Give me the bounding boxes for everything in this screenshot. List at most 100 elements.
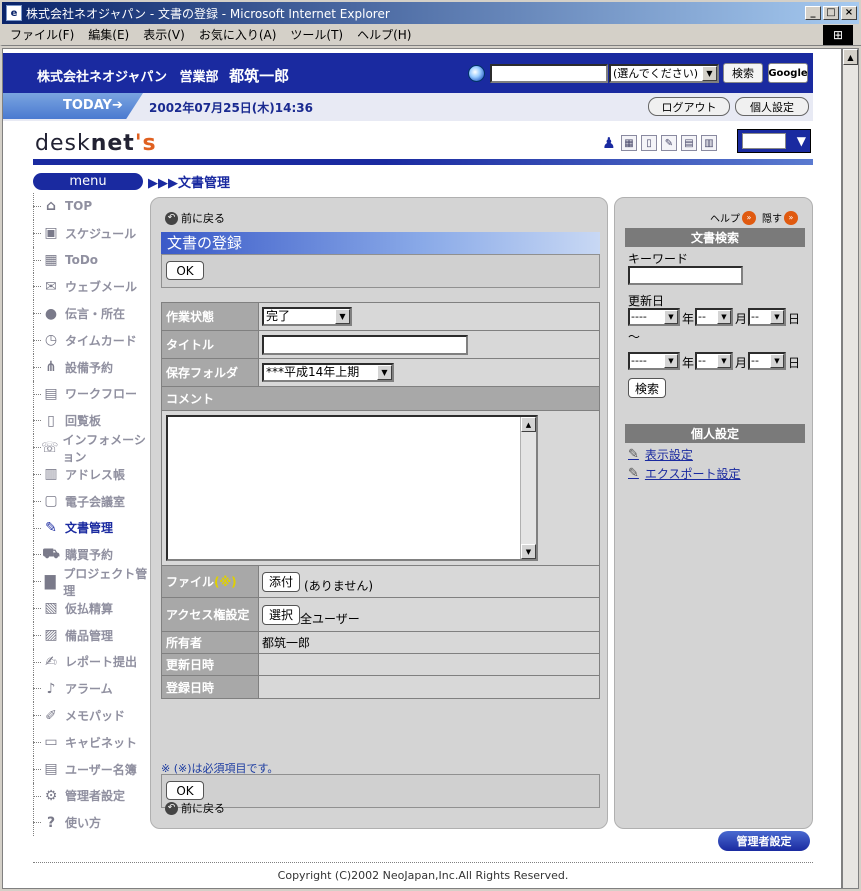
nav-item-help[interactable]: ? 使い方 bbox=[31, 809, 151, 836]
status-select[interactable]: 完了 ▼ bbox=[262, 307, 352, 326]
nav-label: ToDo bbox=[65, 252, 99, 267]
nav-item-facility[interactable]: ⋔ 設備予約 bbox=[31, 353, 151, 381]
range-separator: ～ bbox=[628, 330, 641, 344]
equipment-icon: ▨ bbox=[44, 627, 58, 644]
nav-label: 電子会議室 bbox=[65, 494, 126, 509]
nav-label: レポート提出 bbox=[65, 655, 138, 670]
nav-label: 備品管理 bbox=[65, 628, 114, 643]
menu-edit[interactable]: 編集(E) bbox=[88, 26, 129, 43]
from-day-value: -- bbox=[751, 310, 759, 323]
close-button[interactable]: × bbox=[841, 6, 857, 20]
hide-icon[interactable]: » bbox=[784, 210, 798, 225]
status-label: 作業状態 bbox=[162, 303, 259, 330]
ok-bar-top: OK bbox=[161, 254, 600, 288]
back-link-bottom[interactable]: ↶ 前に戻る bbox=[165, 800, 225, 816]
nav-item-equipment[interactable]: ▨ 備品管理 bbox=[31, 621, 151, 649]
to-year-select[interactable]: ---- ▼ bbox=[628, 352, 680, 370]
minimize-button[interactable]: _ bbox=[805, 6, 821, 20]
org-icon[interactable]: ▦ bbox=[621, 135, 637, 151]
from-month-select[interactable]: -- ▼ bbox=[695, 308, 733, 326]
to-day-select[interactable]: -- ▼ bbox=[748, 352, 786, 370]
nav-label: ワークフロー bbox=[65, 387, 138, 402]
edit-icon[interactable]: ✎ bbox=[661, 135, 677, 151]
nav-item-forum[interactable]: ▢ 電子会議室 bbox=[31, 487, 151, 515]
google-search-button[interactable]: Google bbox=[768, 63, 808, 83]
page-scrollbar[interactable]: ▲ bbox=[842, 48, 859, 889]
comment-textarea[interactable]: ▲ ▼ bbox=[166, 415, 538, 561]
logo-part1: desk bbox=[35, 131, 91, 156]
menu-favorites[interactable]: お気に入り(A) bbox=[199, 26, 277, 43]
search-scope-select[interactable]: (選んでください) ▼ bbox=[609, 64, 719, 83]
nav-label: インフォメーション bbox=[62, 432, 146, 464]
view-dropdown[interactable]: ▼ bbox=[737, 129, 811, 153]
comment-scrollbar[interactable]: ▲ ▼ bbox=[520, 417, 536, 559]
attach-button[interactable]: 添付 bbox=[262, 571, 301, 592]
nav-item-schedule[interactable]: ▣ スケジュール bbox=[31, 219, 151, 247]
ok-button-top[interactable]: OK bbox=[166, 261, 204, 280]
row-file: ファイル (※) 添付 (ありません) bbox=[162, 566, 599, 598]
trash-icon[interactable]: ▥ bbox=[701, 135, 717, 151]
select-access-button[interactable]: 選択 bbox=[262, 604, 301, 625]
scroll-up-icon[interactable]: ▲ bbox=[521, 417, 536, 432]
ok-button-bottom[interactable]: OK bbox=[166, 781, 204, 800]
nav-item-project[interactable]: ▇ プロジェクト管理 bbox=[31, 567, 151, 598]
nav-item-workflow[interactable]: ▤ ワークフロー bbox=[31, 380, 151, 408]
maximize-button[interactable]: □ bbox=[823, 6, 839, 20]
nav-item-todo[interactable]: ▦ ToDo bbox=[31, 246, 151, 274]
todo-icon: ▦ bbox=[44, 251, 58, 268]
help-link[interactable]: ヘルプ bbox=[710, 210, 740, 225]
keyword-input[interactable] bbox=[628, 266, 743, 285]
menu-file[interactable]: ファイル(F) bbox=[10, 26, 74, 43]
header-search-input[interactable] bbox=[490, 64, 608, 83]
nav-item-message[interactable]: ● 伝言・所在 bbox=[31, 300, 151, 327]
nav-item-alarm[interactable]: ♪ アラーム bbox=[31, 675, 151, 702]
owner-label: 所有者 bbox=[162, 632, 259, 653]
display-settings-link[interactable]: ✎ 表示設定 bbox=[628, 446, 693, 463]
document-search-button[interactable]: 検索 bbox=[628, 378, 667, 398]
nav-item-cabinet[interactable]: ▭ キャビネット bbox=[31, 728, 151, 756]
document-icon[interactable]: ▯ bbox=[641, 135, 657, 151]
memo-icon: ✐ bbox=[45, 707, 57, 724]
menu-tools[interactable]: ツール(T) bbox=[290, 26, 343, 43]
nav-item-timecard[interactable]: ◷ タイムカード bbox=[31, 326, 151, 354]
title-input[interactable] bbox=[262, 334, 468, 355]
nav-item-top[interactable]: ⌂ TOP bbox=[31, 193, 151, 220]
folder-label: 保存フォルダ bbox=[162, 359, 259, 386]
nav-item-webmail[interactable]: ✉ ウェブメール bbox=[31, 273, 151, 300]
export-settings-link[interactable]: ✎ エクスポート設定 bbox=[628, 465, 741, 482]
chevron-down-icon: ▼ bbox=[717, 354, 731, 368]
today-tab[interactable]: TODAY➔ bbox=[3, 93, 143, 119]
nav-label: 管理者設定 bbox=[65, 789, 126, 804]
back-label: 前に戻る bbox=[181, 212, 225, 225]
user-icon[interactable]: ♟ bbox=[601, 134, 617, 152]
to-month-select[interactable]: -- ▼ bbox=[695, 352, 733, 370]
help-icon[interactable]: » bbox=[742, 210, 756, 225]
scroll-down-icon[interactable]: ▼ bbox=[521, 544, 536, 559]
back-link-top[interactable]: ↶ 前に戻る bbox=[165, 210, 225, 226]
hide-link[interactable]: 隠す bbox=[762, 210, 782, 225]
row-folder: 保存フォルダ ***平成14年上期 ▼ bbox=[162, 359, 599, 387]
nav-item-expense[interactable]: ▧ 仮払精算 bbox=[31, 594, 151, 622]
personal-settings-button[interactable]: 個人設定 bbox=[735, 97, 809, 116]
nav-item-documents[interactable]: ✎ 文書管理 bbox=[31, 514, 151, 542]
calendar-icon[interactable]: ▤ bbox=[681, 135, 697, 151]
logout-button[interactable]: ログアウト bbox=[648, 97, 730, 116]
from-year-select[interactable]: ---- ▼ bbox=[628, 308, 680, 326]
nav-item-users[interactable]: ▤ ユーザー名簿 bbox=[31, 755, 151, 783]
nav-item-information[interactable]: ☏ インフォメーション bbox=[31, 433, 151, 464]
menu-help[interactable]: ヘルプ(H) bbox=[357, 26, 411, 43]
nav-item-report[interactable]: ✍ レポート提出 bbox=[31, 648, 151, 676]
folder-select[interactable]: ***平成14年上期 ▼ bbox=[262, 363, 394, 382]
mail-icon: ✉ bbox=[45, 278, 57, 295]
scroll-up-icon[interactable]: ▲ bbox=[843, 49, 858, 65]
from-day-select[interactable]: -- ▼ bbox=[748, 308, 786, 326]
header-search-button[interactable]: 検索 bbox=[723, 63, 763, 83]
nav-item-address[interactable]: ▥ アドレス帳 bbox=[31, 460, 151, 488]
menu-view[interactable]: 表示(V) bbox=[143, 26, 185, 43]
nav-item-memopad[interactable]: ✐ メモパッド bbox=[31, 702, 151, 729]
workflow-icon: ▤ bbox=[44, 385, 58, 402]
logout-label: ログアウト bbox=[661, 100, 717, 114]
access-label: アクセス権設定 bbox=[162, 598, 259, 631]
nav-item-admin[interactable]: ⚙ 管理者設定 bbox=[31, 782, 151, 810]
admin-settings-button[interactable]: 管理者設定 bbox=[718, 831, 810, 851]
